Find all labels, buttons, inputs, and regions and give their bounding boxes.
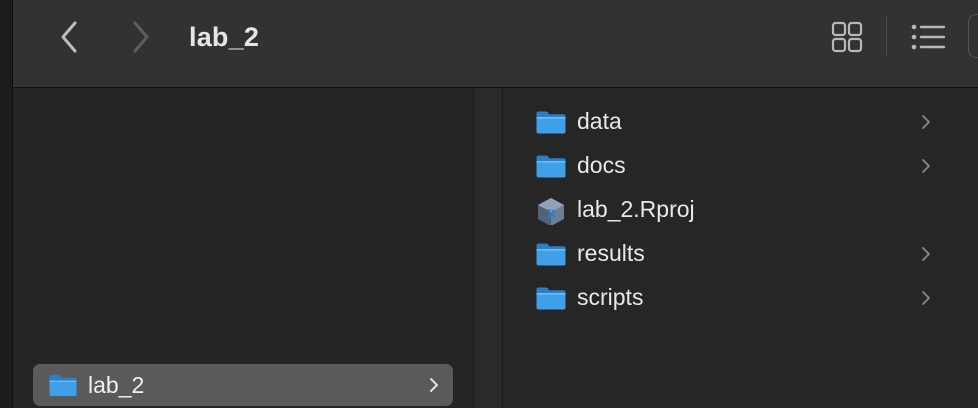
grid-view-button[interactable] [829, 20, 865, 54]
forward-button[interactable] [126, 18, 156, 56]
folder-icon [536, 287, 566, 310]
grid-view-icon [831, 21, 863, 53]
chevron-right-icon [133, 21, 149, 53]
column-resize-area[interactable] [474, 88, 502, 408]
window-left-edge [0, 0, 13, 408]
list-item-label: results [577, 240, 645, 266]
toolbar-separator [886, 16, 887, 56]
list-item-label: docs [577, 152, 626, 178]
folder-icon [536, 155, 566, 178]
finder-window: lab_2 lab_2 data docs R lab_2.Rproj resu… [0, 0, 978, 408]
list-item-selected[interactable]: lab_2 [33, 364, 453, 406]
chevron-right-icon [922, 159, 930, 173]
folder-icon [49, 375, 77, 396]
list-item-docs[interactable]: docs [535, 145, 955, 185]
browser-column-1 [13, 88, 473, 408]
list-item-scripts[interactable]: scripts [535, 277, 955, 317]
chevron-left-icon [61, 21, 77, 53]
list-item-label: lab_2 [88, 372, 145, 398]
list-item-lab-2-rproj[interactable]: R lab_2.Rproj [535, 189, 955, 229]
list-view-icon [911, 24, 946, 50]
list-item-label: data [577, 108, 622, 134]
list-item-data[interactable]: data [535, 101, 955, 141]
list-item-label: lab_2.Rproj [577, 196, 695, 222]
chevron-right-icon [922, 291, 930, 305]
rproj-file-icon: R [538, 198, 564, 225]
list-item-label: scripts [577, 284, 644, 310]
chevron-right-icon [430, 378, 438, 392]
chevron-right-icon [922, 115, 930, 129]
toolbar-overflow-control[interactable] [968, 14, 978, 58]
list-item-results[interactable]: results [535, 233, 955, 273]
list-view-button[interactable] [909, 20, 947, 54]
chevron-right-icon [922, 247, 930, 261]
svg-text:R: R [547, 206, 557, 221]
folder-icon [536, 111, 566, 134]
window-title: lab_2 [189, 22, 260, 52]
folder-icon [536, 243, 566, 266]
back-button[interactable] [54, 18, 84, 56]
toolbar: lab_2 [0, 0, 978, 88]
